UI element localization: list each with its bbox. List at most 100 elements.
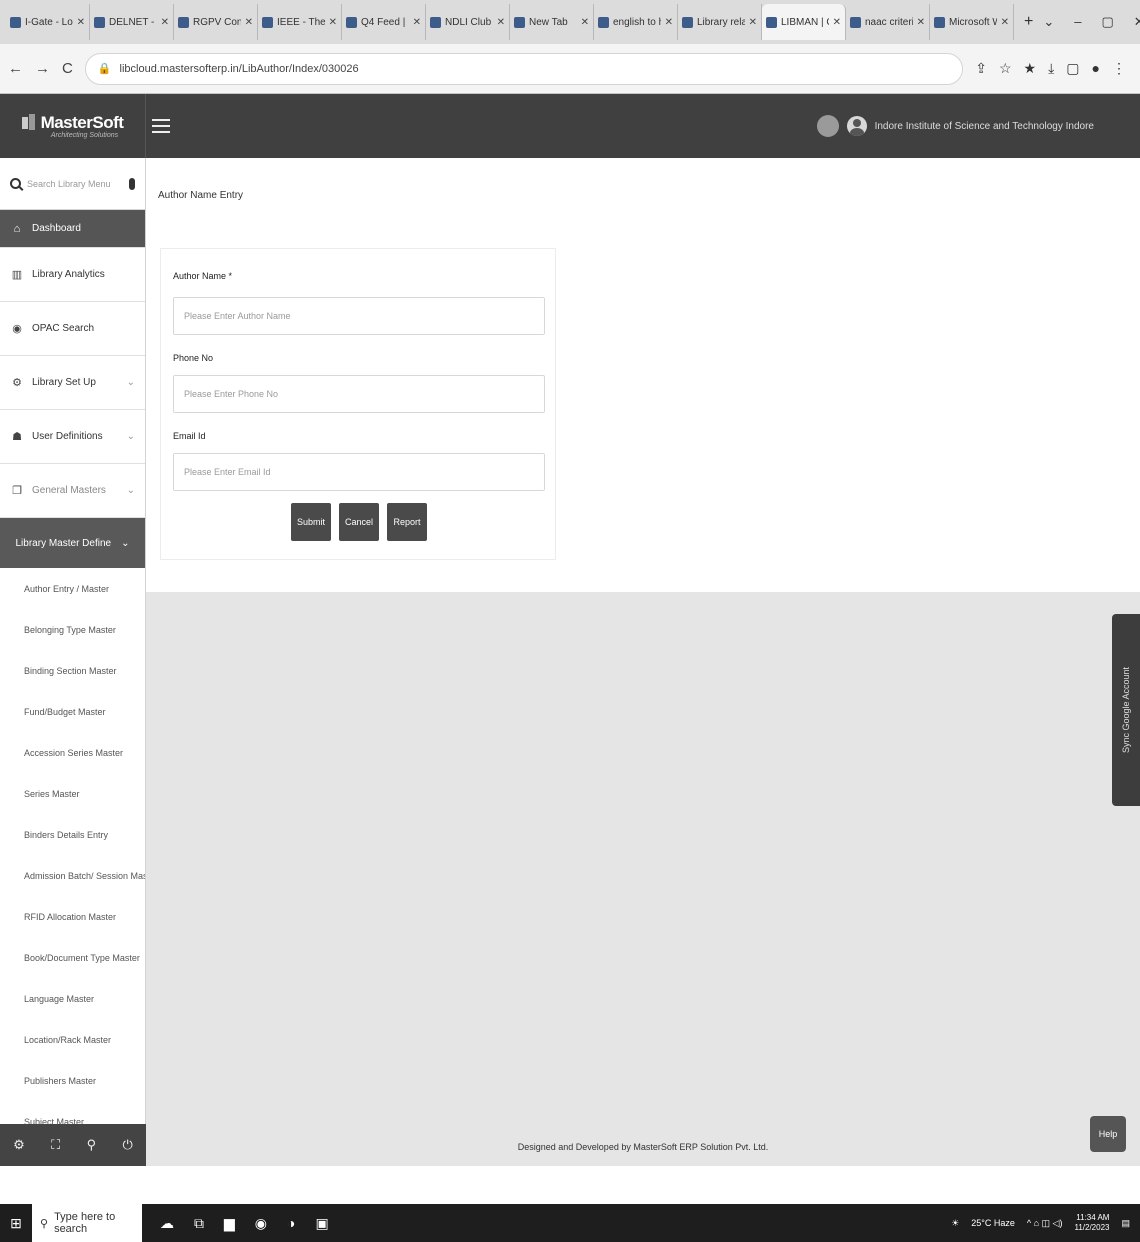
browser-tab[interactable]: DELNET - H ✕: [90, 4, 174, 40]
browser-tab[interactable]: Q4 Feed | I ✕: [342, 4, 426, 40]
submenu-item[interactable]: RFID Allocation Master: [0, 896, 145, 937]
submenu-item[interactable]: Language Master: [0, 978, 145, 1019]
email-id-input[interactable]: [173, 453, 545, 491]
institute-name[interactable]: Indore Institute of Science and Technolo…: [875, 121, 1094, 132]
window-controls: ⌄ – ▢ ✕: [1043, 14, 1140, 30]
taskbar-search[interactable]: ⚲ Type here to search: [32, 1204, 142, 1242]
side-panel-icon[interactable]: ▢: [1066, 60, 1079, 77]
submenu-item[interactable]: Binders Details Entry: [0, 814, 145, 855]
browser-tab[interactable]: I-Gate - Lo ✕: [6, 4, 90, 40]
maximize-icon[interactable]: ▢: [1101, 14, 1113, 30]
institute-logo-icon: [816, 115, 839, 137]
share-icon[interactable]: ⇪: [975, 60, 987, 77]
phone-no-input[interactable]: [173, 375, 545, 413]
browser-tab[interactable]: english to h ✕: [594, 4, 678, 40]
tab-favicon-icon: [598, 16, 609, 28]
extensions-icon[interactable]: ★: [1024, 60, 1037, 77]
download-icon[interactable]: ⤓: [1048, 60, 1054, 77]
sidebar-item-user-definitions[interactable]: ☗ User Definitions ⌄: [0, 410, 145, 464]
submenu-item[interactable]: Publishers Master: [0, 1060, 145, 1101]
sidebar-group-library-master-define[interactable]: Library Master Define ⌄: [0, 518, 145, 568]
sidebar-item-dashboard[interactable]: ⌂ Dashboard: [0, 210, 145, 248]
author-name-input[interactable]: [173, 297, 545, 335]
search-library-menu-input[interactable]: [27, 178, 123, 189]
tab-label: New Tab: [529, 16, 568, 28]
profile-icon[interactable]: ●: [1092, 60, 1100, 77]
weather-text[interactable]: 25°C Haze: [971, 1218, 1015, 1228]
browser-tab[interactable]: LIBMAN | Co ✕: [762, 4, 846, 40]
fullscreen-icon[interactable]: ⛶: [51, 1137, 60, 1153]
browser-menu-icon[interactable]: ⋮: [1112, 60, 1126, 77]
new-tab-button[interactable]: +: [1014, 13, 1043, 31]
reload-button[interactable]: C: [62, 60, 73, 77]
forward-button[interactable]: →: [35, 60, 50, 77]
tab-close-icon[interactable]: ✕: [749, 17, 757, 28]
clock[interactable]: 11:34 AM 11/2/2023: [1074, 1213, 1109, 1233]
submenu-item[interactable]: Accession Series Master: [0, 732, 145, 773]
tray-icons[interactable]: ^ ⌂ ◫ ◁): [1027, 1218, 1063, 1229]
tab-close-icon[interactable]: ✕: [497, 17, 505, 28]
lock-icon: 🔒: [97, 63, 112, 75]
close-window-icon[interactable]: ✕: [1134, 14, 1140, 30]
submenu-item[interactable]: Book/Document Type Master: [0, 937, 145, 978]
tab-close-icon[interactable]: ✕: [833, 17, 841, 28]
submenu-item[interactable]: Binding Section Master: [0, 650, 145, 691]
power-icon[interactable]: ⏻: [123, 1137, 133, 1153]
notifications-icon[interactable]: ▤: [1121, 1218, 1130, 1229]
microphone-icon[interactable]: [129, 177, 135, 190]
back-button[interactable]: ←: [8, 60, 23, 77]
tab-close-icon[interactable]: ✕: [245, 17, 253, 28]
browser-tab[interactable]: Microsoft W ✕: [930, 4, 1014, 40]
tab-close-icon[interactable]: ✕: [161, 17, 169, 28]
bookmark-star-icon[interactable]: ☆: [999, 60, 1012, 77]
sidebar-item-library-set-up[interactable]: ⚙ Library Set Up ⌄: [0, 356, 145, 410]
hamburger-menu-icon[interactable]: [152, 119, 170, 133]
tab-search-icon[interactable]: ⌄: [1043, 14, 1054, 30]
submenu-item[interactable]: Location/Rack Master: [0, 1019, 145, 1060]
widgets-icon[interactable]: ☁: [160, 1215, 174, 1232]
minimize-icon[interactable]: –: [1074, 14, 1081, 30]
task-view-icon[interactable]: ⧉: [194, 1215, 204, 1232]
app-icon[interactable]: ◑: [287, 1215, 295, 1231]
mastersoft-logo[interactable]: MasterSoft Architecting Solutions: [0, 94, 146, 158]
sidebar-item-opac-search[interactable]: ◉ OPAC Search: [0, 302, 145, 356]
tab-close-icon[interactable]: ✕: [1001, 17, 1009, 28]
browser-tab[interactable]: IEEE - The w ✕: [258, 4, 342, 40]
tab-close-icon[interactable]: ✕: [581, 17, 589, 28]
logo-mark-icon: [21, 114, 36, 132]
tab-close-icon[interactable]: ✕: [329, 17, 337, 28]
windows-start-icon[interactable]: ⊞: [0, 1204, 32, 1242]
submenu-item[interactable]: Admission Batch/ Session Master: [0, 855, 145, 896]
sync-google-account-tab[interactable]: Sync Google Account: [1112, 614, 1140, 806]
url-field[interactable]: 🔒 libcloud.mastersofterp.in/LibAuthor/In…: [84, 52, 964, 85]
phone-no-label: Phone No: [173, 353, 214, 363]
browser-tab[interactable]: NDLI Club ✕: [426, 4, 510, 40]
file-explorer-icon[interactable]: ▆: [224, 1215, 235, 1232]
tab-label: Microsoft W: [949, 16, 997, 28]
submenu-item[interactable]: Author Entry / Master: [0, 568, 145, 609]
report-button[interactable]: Report: [387, 503, 427, 541]
cancel-button[interactable]: Cancel: [339, 503, 379, 541]
browser-tab[interactable]: New Tab ✕: [510, 4, 594, 40]
tab-close-icon[interactable]: ✕: [665, 17, 673, 28]
submenu-item[interactable]: Belonging Type Master: [0, 609, 145, 650]
lock-screen-icon[interactable]: ⚲: [87, 1137, 97, 1153]
tab-favicon-icon: [682, 16, 693, 28]
tab-close-icon[interactable]: ✕: [77, 17, 85, 28]
chrome-icon[interactable]: ◉: [255, 1215, 267, 1232]
sidebar-item-label: OPAC Search: [32, 323, 95, 334]
browser-tab[interactable]: Library relat ✕: [678, 4, 762, 40]
chevron-down-icon: ⌄: [126, 377, 135, 388]
browser-tab[interactable]: RGPV Conso ✕: [174, 4, 258, 40]
sidebar-item-library-analytics[interactable]: ▥ Library Analytics: [0, 248, 145, 302]
user-avatar-icon[interactable]: [846, 116, 867, 136]
submenu-item[interactable]: Series Master: [0, 773, 145, 814]
submit-button[interactable]: Submit: [291, 503, 331, 541]
browser-tab[interactable]: naac criteri ✕: [846, 4, 930, 40]
tab-close-icon[interactable]: ✕: [413, 17, 421, 28]
submenu-item[interactable]: Fund/Budget Master: [0, 691, 145, 732]
tab-close-icon[interactable]: ✕: [917, 17, 925, 28]
excel-icon[interactable]: ▣: [315, 1215, 328, 1232]
settings-icon[interactable]: ⚙: [13, 1137, 25, 1153]
sidebar-item-general-masters[interactable]: ❐ General Masters ⌄: [0, 464, 145, 518]
